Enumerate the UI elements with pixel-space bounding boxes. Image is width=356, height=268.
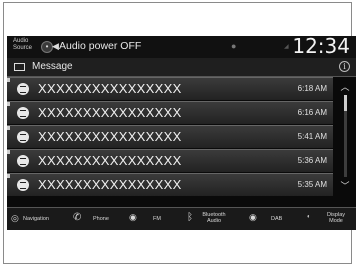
message-time: 5:36 AM bbox=[297, 156, 327, 165]
bottom-nav: ◎ Navigation ✆ Phone ◉ FM ᛒ Bluetooth Au… bbox=[7, 207, 356, 230]
message-time: 6:16 AM bbox=[297, 108, 327, 117]
list-item[interactable]: XXXXXXXXXXXXXXXX 6:18 AM bbox=[7, 77, 333, 100]
list-item[interactable]: XXXXXXXXXXXXXXXX 6:16 AM bbox=[7, 101, 333, 124]
scrollbar[interactable]: ︿ ﹀ bbox=[338, 80, 352, 192]
page-title: Message bbox=[32, 61, 73, 72]
unread-flag-icon bbox=[7, 78, 10, 82]
nav-bluetooth-audio-button[interactable]: ᛒ Bluetooth Audio bbox=[187, 208, 243, 230]
scroll-track[interactable] bbox=[343, 95, 347, 177]
nav-display-mode-button[interactable]: ◐ Display Mode bbox=[307, 208, 353, 230]
message-icon bbox=[17, 107, 29, 119]
scroll-down-icon[interactable]: ﹀ bbox=[338, 179, 352, 192]
nav-navigation-label: Navigation bbox=[23, 216, 49, 222]
nav-navigation-button[interactable]: ◎ Navigation bbox=[11, 208, 71, 230]
list-item[interactable]: XXXXXXXXXXXXXXXX 5:41 AM bbox=[7, 125, 333, 148]
nav-dab-button[interactable]: ◉ DAB bbox=[249, 208, 289, 230]
dab-icon: ◉ bbox=[249, 212, 257, 222]
message-sender: XXXXXXXXXXXXXXXX bbox=[38, 81, 182, 96]
message-list: XXXXXXXXXXXXXXXX 6:18 AM XXXXXXXXXXXXXXX… bbox=[7, 77, 333, 197]
bluetooth-icon: ᛒ bbox=[187, 212, 193, 223]
info-icon[interactable]: i bbox=[339, 61, 350, 72]
nav-phone-label: Phone bbox=[93, 216, 109, 222]
status-bar: Audio Source • ◀ Audio power OFF ● ◢ 12:… bbox=[7, 34, 356, 58]
scroll-thumb[interactable] bbox=[343, 95, 347, 111]
speaker-icon: ◀ bbox=[52, 41, 59, 51]
envelope-icon bbox=[14, 63, 25, 71]
audio-source-button[interactable]: Audio Source bbox=[13, 38, 39, 52]
infotainment-screen: Audio Source • ◀ Audio power OFF ● ◢ 12:… bbox=[7, 34, 356, 230]
nav-fm-button[interactable]: ◉ FM bbox=[129, 208, 177, 230]
message-time: 5:41 AM bbox=[297, 132, 327, 141]
unread-flag-icon bbox=[7, 126, 10, 130]
fm-icon: ◉ bbox=[129, 212, 137, 222]
message-sender: XXXXXXXXXXXXXXXX bbox=[38, 177, 182, 192]
message-icon bbox=[17, 131, 29, 143]
phone-icon: ✆ bbox=[73, 212, 82, 223]
unread-flag-icon bbox=[7, 174, 10, 178]
unread-flag-icon bbox=[7, 150, 10, 154]
message-time: 6:18 AM bbox=[297, 84, 327, 93]
signal-icon: ◢ bbox=[284, 44, 289, 50]
message-icon bbox=[17, 83, 29, 95]
message-icon bbox=[17, 179, 29, 191]
list-item[interactable]: XXXXXXXXXXXXXXXX 5:36 AM bbox=[7, 149, 333, 172]
clock: 12:34 bbox=[292, 34, 350, 58]
list-item[interactable]: XXXXXXXXXXXXXXXX 5:35 AM bbox=[7, 173, 333, 196]
message-time: 5:35 AM bbox=[297, 180, 327, 189]
message-icon bbox=[17, 155, 29, 167]
nav-bluetooth-audio-label: Bluetooth Audio bbox=[202, 212, 226, 224]
nav-display-mode-label: Display Mode bbox=[326, 212, 346, 224]
status-dot-icon: ● bbox=[231, 41, 237, 51]
audio-power-status: Audio power OFF bbox=[59, 40, 142, 52]
display-mode-icon: ◐ bbox=[307, 214, 311, 220]
scroll-up-icon[interactable]: ︿ bbox=[338, 80, 352, 93]
unread-flag-icon bbox=[7, 102, 10, 106]
nav-dab-label: DAB bbox=[271, 216, 283, 222]
header-bar: Message i bbox=[7, 58, 356, 77]
nav-fm-label: FM bbox=[153, 216, 161, 222]
message-sender: XXXXXXXXXXXXXXXX bbox=[38, 105, 182, 120]
message-sender: XXXXXXXXXXXXXXXX bbox=[38, 129, 182, 144]
nav-phone-button[interactable]: ✆ Phone bbox=[73, 208, 123, 230]
message-sender: XXXXXXXXXXXXXXXX bbox=[38, 153, 182, 168]
navigation-icon: ◎ bbox=[11, 213, 19, 223]
